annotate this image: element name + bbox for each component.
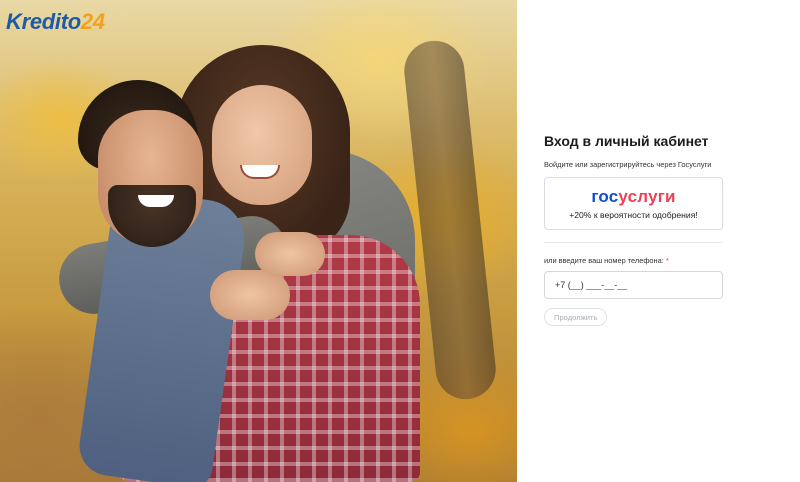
login-panel: Вход в личный кабинет Войдите или зареги… [517,0,800,482]
gosuslugi-bonus-text: +20% к вероятности одобрения! [569,209,698,220]
continue-button[interactable]: Продолжить [544,308,608,326]
phone-label-text: или введите ваш номер телефона: [544,256,664,265]
woman-hand-right [255,232,325,276]
hero-photo [0,0,517,482]
woman-hand [210,270,290,320]
page-title: Вход в личный кабинет [544,133,709,149]
phone-label: или введите ваш номер телефона: * [544,256,723,265]
brand-logo[interactable]: Kredito24 [6,9,105,35]
woman-face [212,85,312,205]
login-form: Вход в личный кабинет Войдите или зареги… [544,133,723,326]
logo-text: Kredito [6,9,81,34]
phone-input[interactable] [544,271,723,299]
gosuslugi-logo: госуслуги [591,188,675,205]
required-mark: * [665,256,669,265]
logo-number: 24 [80,9,105,34]
gosuslugi-login-button[interactable]: госуслуги +20% к вероятности одобрения! [544,177,723,230]
gosuslugi-logo-part-a: гос [591,186,619,206]
gosuslugi-prompt: Войдите или зарегистрируйтесь через Госу… [544,160,712,169]
gosuslugi-logo-part-b: услуги [618,186,676,206]
divider [544,242,723,243]
